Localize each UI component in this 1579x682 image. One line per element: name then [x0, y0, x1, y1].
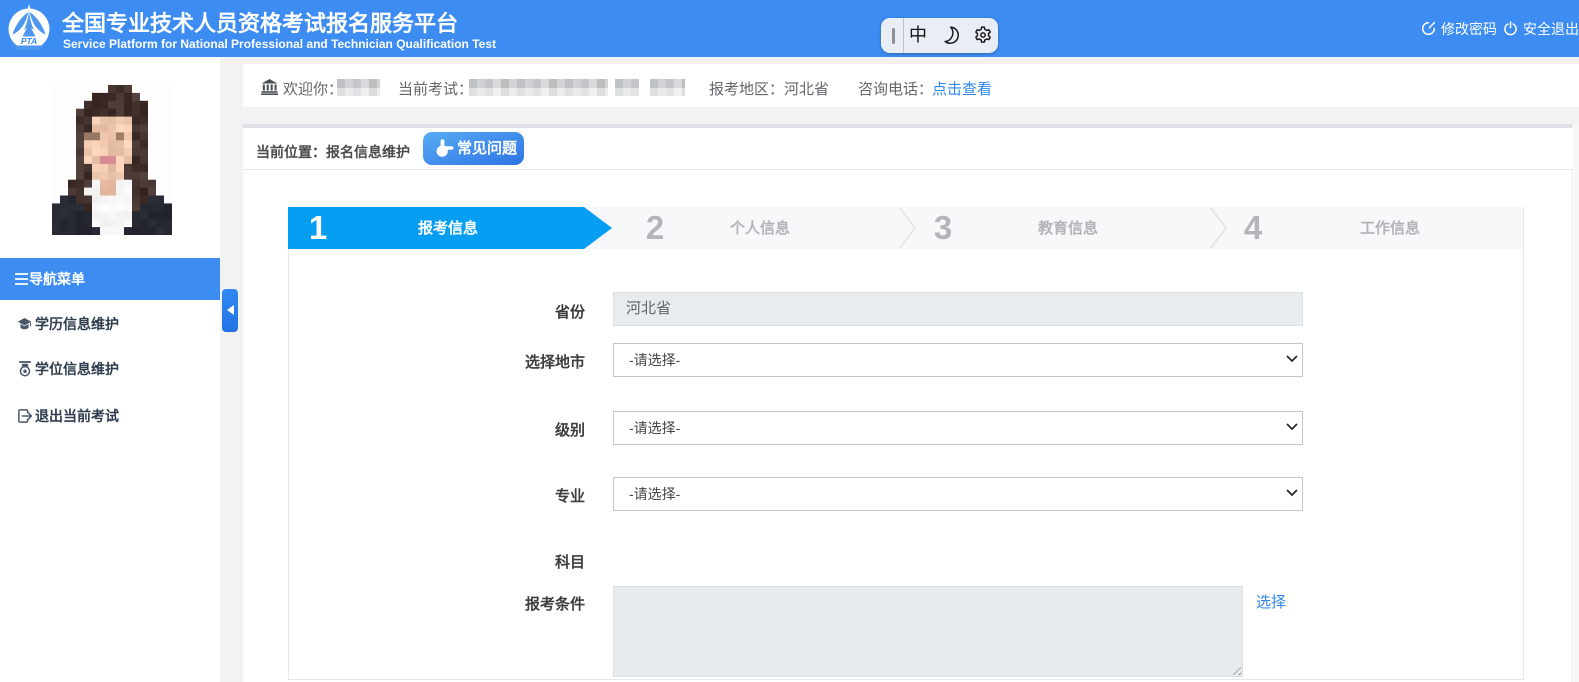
svg-text:PTA: PTA: [21, 36, 37, 46]
